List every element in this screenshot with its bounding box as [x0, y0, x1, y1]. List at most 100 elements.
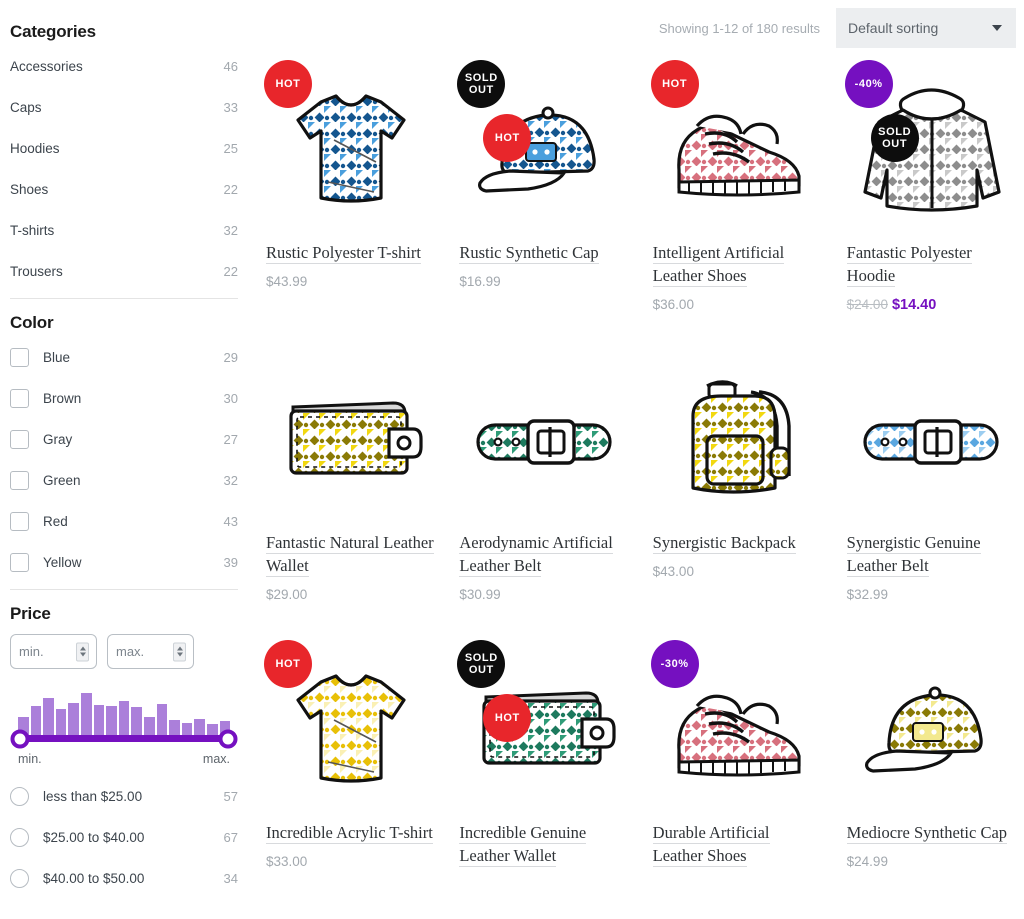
product-card[interactable]: HOT Rustic Polyester T-shirt $43.99 — [258, 56, 443, 346]
sort-selected-value: Default sorting — [848, 20, 939, 36]
product-title[interactable]: Mediocre Synthetic Cap — [846, 821, 1016, 844]
radio-button[interactable] — [10, 786, 29, 806]
category-count: 33 — [223, 99, 238, 115]
product-image[interactable]: HOT — [264, 636, 435, 821]
product-card[interactable]: HOT Incredible Acrylic T-shirt $33.00 — [258, 636, 443, 919]
color-filter-item[interactable]: Green 32 — [10, 466, 238, 494]
product-title[interactable]: Incredible Acrylic T-shirt — [266, 821, 435, 844]
price-histogram — [18, 689, 231, 735]
price-range-options: less than $25.00 57 $25.00 to $40.00 67 $40.… — [10, 782, 238, 892]
category-label: Shoes — [10, 181, 49, 197]
sold-out-badge: SOLD OUT — [870, 114, 919, 162]
price-slider-min-label: min. — [18, 752, 42, 766]
color-count: 39 — [223, 554, 238, 570]
sold-out-badge: SOLD OUT — [457, 640, 506, 688]
product-image[interactable]: SOLD OUT HOT — [457, 636, 628, 821]
price-histogram-slider[interactable] — [10, 689, 238, 748]
product-image[interactable] — [266, 346, 435, 531]
price-slider-track[interactable] — [10, 729, 238, 748]
product-image[interactable] — [847, 636, 1016, 821]
product-card[interactable]: SOLD OUT HOT Incredible Genuine Leather Wal… — [451, 636, 636, 919]
product-badges: SOLD OUT HOT — [457, 60, 532, 168]
product-title[interactable]: Fantastic Natural Leather Wallet — [266, 531, 435, 577]
color-filter-item[interactable]: Red 43 — [10, 507, 238, 535]
histogram-bar — [169, 720, 180, 735]
price-min-stepper[interactable] — [76, 642, 89, 661]
color-filter-item[interactable]: Brown 30 — [10, 384, 238, 412]
product-card[interactable]: HOT Intelligent Artificial Leather Shoes $… — [645, 56, 831, 346]
color-count: 29 — [223, 349, 238, 365]
product-title[interactable]: Synergistic Genuine Leather Belt — [846, 531, 1016, 577]
checkbox[interactable] — [10, 552, 29, 572]
sort-dropdown[interactable]: Default sorting — [836, 8, 1016, 48]
price-min-input[interactable]: min. — [10, 634, 97, 669]
product-title[interactable]: Fantastic Polyester Hoodie — [846, 241, 1016, 287]
product-price: $24.00 $14.40 — [847, 297, 1016, 313]
category-item[interactable]: T-shirts 32 — [10, 216, 238, 244]
product-card[interactable]: -30% Durable Artificial Leather Shoes — [645, 636, 831, 919]
product-image[interactable] — [459, 346, 628, 531]
product-image[interactable] — [653, 346, 823, 531]
category-item[interactable]: Shoes 22 — [10, 175, 238, 203]
product-title[interactable]: Aerodynamic Artificial Leather Belt — [459, 531, 628, 577]
product-image[interactable]: HOT — [650, 56, 823, 241]
price-max-stepper[interactable] — [173, 642, 186, 661]
category-item[interactable]: Accessories 46 — [10, 52, 238, 80]
checkbox[interactable] — [10, 429, 29, 449]
histogram-bar — [30, 706, 42, 735]
results-count: Showing 1-12 of 180 results — [658, 20, 820, 36]
price-range-item[interactable]: less than $25.00 57 — [10, 782, 238, 810]
product-title[interactable]: Synergistic Backpack — [652, 531, 823, 554]
checkbox[interactable] — [10, 511, 29, 531]
product-card[interactable]: Aerodynamic Artificial Leather Belt $30.9… — [451, 346, 636, 636]
sold-out-badge: SOLD OUT — [457, 60, 506, 108]
color-filter-item[interactable]: Blue 29 — [10, 343, 238, 371]
color-filter-item[interactable]: Yellow 39 — [10, 548, 238, 576]
histogram-bar — [206, 723, 218, 735]
product-card[interactable]: Fantastic Natural Leather Wallet $29.00 — [258, 346, 443, 636]
product-card[interactable]: -40% SOLD OUT Fantastic Polyester Hoodie $24… — [839, 56, 1024, 346]
product-image[interactable] — [847, 346, 1016, 531]
price-range-item[interactable]: $40.00 to $50.00 34 — [10, 864, 238, 892]
product-badges: SOLD OUT HOT — [457, 640, 532, 748]
product-title[interactable]: Incredible Genuine Leather Wallet — [459, 821, 628, 867]
radio-button[interactable] — [10, 827, 29, 847]
checkbox[interactable] — [10, 470, 29, 490]
checkbox[interactable] — [10, 347, 29, 367]
product-image[interactable]: -30% — [650, 636, 823, 821]
checkbox[interactable] — [10, 388, 29, 408]
price-range-inputs: min. max. — [10, 634, 238, 669]
category-item[interactable]: Caps 33 — [10, 93, 238, 121]
price-slider-min-handle[interactable] — [10, 729, 30, 748]
discount-badge: -40% — [844, 60, 893, 108]
product-title[interactable]: Rustic Synthetic Cap — [459, 241, 628, 264]
product-results: Showing 1-12 of 180 results Default sort… — [248, 0, 1024, 919]
color-filter-item[interactable]: Gray 27 — [10, 425, 238, 453]
price-max-input[interactable]: max. — [107, 634, 194, 669]
price-range-item[interactable]: $25.00 to $40.00 67 — [10, 823, 238, 851]
product-title[interactable]: Durable Artificial Leather Shoes — [652, 821, 823, 867]
product-card[interactable]: Mediocre Synthetic Cap $24.99 — [839, 636, 1024, 919]
price-value: $43.99 — [266, 274, 308, 289]
hot-badge: HOT — [650, 60, 699, 108]
category-label: Accessories — [10, 58, 83, 74]
results-toolbar: Showing 1-12 of 180 results Default sort… — [258, 0, 1024, 56]
product-image[interactable]: SOLD OUT HOT — [457, 56, 628, 241]
radio-button[interactable] — [10, 868, 29, 888]
price-slider-max-handle[interactable] — [218, 729, 238, 748]
product-title[interactable]: Rustic Polyester T-shirt — [266, 241, 435, 264]
category-item[interactable]: Hoodies 25 — [10, 134, 238, 162]
category-item[interactable]: Trousers 22 — [10, 257, 238, 285]
price-value: $16.99 — [459, 274, 501, 289]
category-label: T-shirts — [10, 222, 55, 238]
price-value: $24.99 — [846, 854, 888, 869]
histogram-bar — [106, 705, 117, 735]
product-badges: HOT — [264, 640, 322, 694]
product-image[interactable]: HOT — [264, 56, 435, 241]
product-card[interactable]: Synergistic Genuine Leather Belt $32.99 — [839, 346, 1024, 636]
product-card[interactable]: SOLD OUT HOT Rustic Synthetic Cap $16.99 — [451, 56, 636, 346]
product-image[interactable]: -40% SOLD OUT — [844, 56, 1016, 241]
histogram-bar — [80, 692, 92, 735]
product-title[interactable]: Intelligent Artificial Leather Shoes — [652, 241, 823, 287]
product-card[interactable]: Synergistic Backpack $43.00 — [645, 346, 831, 636]
